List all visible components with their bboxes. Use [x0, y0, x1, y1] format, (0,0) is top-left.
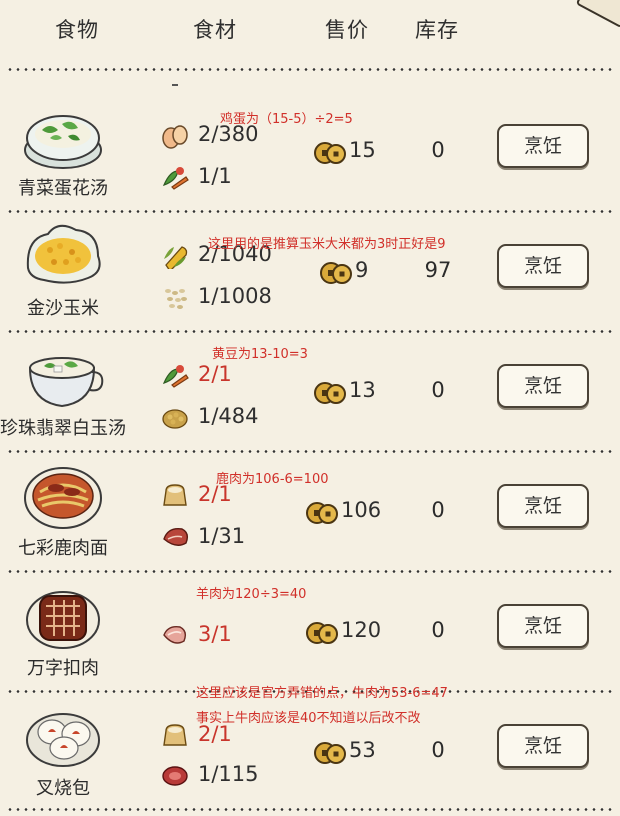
braised-pork-image	[26, 591, 100, 649]
golden-corn-image	[26, 224, 101, 284]
vegetable-egg-soup-image	[24, 115, 102, 169]
rice-icon	[165, 289, 187, 309]
stock-value: 97	[424, 258, 452, 282]
ingredient-count: 1/1008	[198, 284, 272, 308]
coin-icon	[306, 622, 338, 644]
dish-name: 叉烧包	[36, 778, 90, 799]
cook-button[interactable]: 烹饪	[497, 484, 589, 528]
ingredient-count: 1/115	[198, 762, 259, 786]
dish-name: 金沙玉米	[27, 298, 99, 319]
beef-icon	[162, 766, 188, 786]
stock-value: 0	[431, 738, 445, 762]
annotation: 鸡蛋为（15-5）÷2=5	[220, 112, 353, 127]
price-value: 106	[341, 498, 382, 522]
table-header: 食物 食材 售价 库存	[0, 0, 620, 64]
dish-name: 万字扣肉	[27, 658, 99, 679]
venison-noodles-image	[24, 467, 102, 529]
annotation: 鹿肉为106-6=100	[216, 472, 329, 487]
stock-value: 0	[431, 618, 445, 642]
ingredient-slot: 1/115	[158, 758, 308, 794]
price-value: 9	[355, 258, 369, 282]
annotation: 黄豆为13-10=3	[212, 347, 308, 362]
divider	[6, 808, 614, 811]
dish-row: 万字扣肉 3/1 120 0 烹饪	[0, 576, 620, 696]
cook-button[interactable]: 烹饪	[497, 124, 589, 168]
divider	[6, 68, 614, 71]
cook-button[interactable]: 烹饪	[497, 244, 589, 288]
ingredient-count: 1/1	[198, 164, 232, 188]
price-value: 13	[349, 378, 376, 402]
divider	[6, 330, 614, 333]
ingredient-count: 1/484	[198, 404, 259, 428]
dish-row: 珍珠翡翠白玉汤 2/1 1/484 13 0 烹饪	[0, 336, 620, 456]
ingredient-slot: 1/1008	[158, 280, 308, 316]
cook-button[interactable]: 烹饪	[497, 604, 589, 648]
coin-icon	[314, 742, 346, 764]
price-value: 120	[341, 618, 382, 642]
flour-sack-icon	[163, 484, 187, 506]
coin-icon	[314, 382, 346, 404]
venison-icon	[163, 528, 189, 546]
coin-icon	[314, 142, 346, 164]
divider	[6, 570, 614, 573]
header-price: 售价	[325, 18, 369, 42]
flour-sack-icon	[163, 724, 187, 746]
dish-name: 青菜蛋花汤	[18, 178, 108, 199]
pearl-jade-soup-image	[28, 357, 104, 408]
ingredient-count: 2/1	[198, 362, 232, 386]
annotation: 事实上牛肉应该是40不知道以后改不改	[196, 711, 421, 726]
egg-icon	[162, 125, 188, 149]
soybean-icon	[162, 409, 188, 429]
ingredient-count: 3/1	[198, 622, 232, 646]
header-stock: 库存	[415, 18, 459, 42]
ingredient-slot: 1/31	[158, 520, 308, 556]
ingredient-count: 1/31	[198, 524, 246, 548]
stock-value: 0	[431, 378, 445, 402]
coin-icon	[320, 262, 352, 284]
stock-value: 0	[431, 138, 445, 162]
annotation: 这里应该是官方弄错的点，牛肉为53-6=47	[196, 686, 448, 701]
mutton-icon	[163, 625, 187, 644]
cook-button[interactable]: 烹饪	[497, 364, 589, 408]
divider	[6, 210, 614, 213]
dish-name: 七彩鹿肉面	[18, 538, 108, 559]
vegetable-icon	[162, 365, 189, 388]
stock-value: 0	[431, 498, 445, 522]
cook-button[interactable]: 烹饪	[497, 724, 589, 768]
ingredient-slot: 1/1	[158, 160, 308, 196]
char-siu-bun-image	[26, 713, 100, 767]
corn-icon	[164, 246, 188, 269]
annotation: 羊肉为120÷3=40	[196, 587, 307, 602]
header-food: 食物	[55, 18, 99, 42]
ingredient-slot: 3/1	[158, 618, 308, 654]
dish-name: 珍珠翡翠白玉汤	[0, 418, 126, 439]
price-value: 53	[349, 738, 376, 762]
divider-mark	[172, 84, 178, 86]
header-ingredients: 食材	[193, 18, 237, 42]
divider	[6, 450, 614, 453]
annotation: 这里用的是推算玉米大米都为3时正好是9	[208, 237, 446, 252]
price-value: 15	[349, 138, 376, 162]
ingredient-slot: 1/484	[158, 400, 308, 436]
vegetable-icon	[162, 167, 189, 190]
coin-icon	[306, 502, 338, 524]
ingredient-slot: 2/1	[158, 358, 308, 394]
